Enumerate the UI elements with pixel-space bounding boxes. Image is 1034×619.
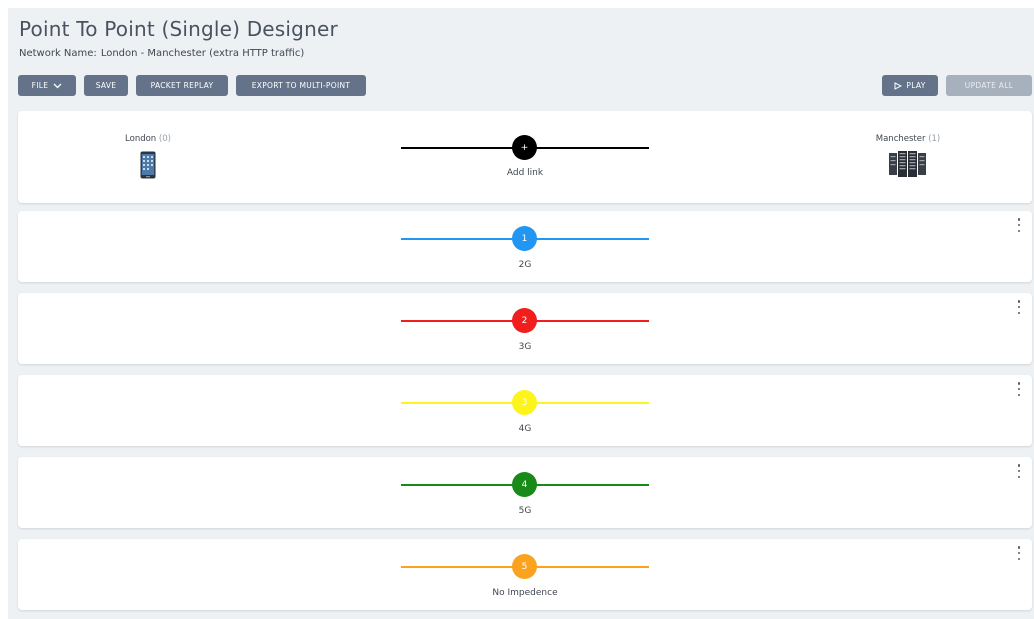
endpoint-name: Manchester (1) bbox=[848, 134, 968, 144]
link-number: 2 bbox=[521, 315, 528, 326]
add-link-button[interactable]: + bbox=[512, 135, 537, 160]
more-vert-icon[interactable] bbox=[1014, 218, 1024, 232]
more-vert-icon[interactable] bbox=[1014, 300, 1024, 314]
link-number: 3 bbox=[521, 397, 528, 408]
endpoint-icon-wrap bbox=[848, 151, 968, 177]
update-all-button[interactable]: UPDATE ALL bbox=[946, 75, 1032, 96]
link-label: No Impedence bbox=[492, 588, 558, 598]
more-vert-icon[interactable] bbox=[1014, 546, 1024, 560]
link-number: 5 bbox=[521, 561, 528, 572]
link-number-badge[interactable]: 5 bbox=[512, 554, 537, 579]
more-vert-icon[interactable] bbox=[1014, 464, 1024, 478]
export-multi-point-button[interactable]: EXPORT TO MULTI-POINT bbox=[236, 75, 366, 96]
link-card-4: 4 5G bbox=[18, 457, 1032, 528]
link-card-3: 3 4G bbox=[18, 375, 1032, 446]
network-name-row: Network Name: London - Manchester (extra … bbox=[19, 48, 304, 59]
endpoint-name: London (0) bbox=[88, 134, 208, 144]
link-label: 3G bbox=[518, 342, 532, 352]
endpoint-icon-wrap bbox=[88, 151, 208, 179]
link-card-2: 2 3G bbox=[18, 293, 1032, 364]
endpoint-label: London bbox=[125, 134, 157, 144]
endpoints-card: London (0) + Add link Manchester (1) bbox=[18, 111, 1032, 203]
link-card-1: 1 2G bbox=[18, 211, 1032, 282]
endpoint-count: (0) bbox=[158, 134, 171, 144]
file-menu-button[interactable]: FILE bbox=[18, 75, 76, 96]
link-number: 1 bbox=[521, 233, 528, 244]
play-button-label: PLAY bbox=[906, 81, 926, 90]
endpoint-london[interactable]: London (0) bbox=[88, 134, 208, 179]
add-link-label[interactable]: Add link bbox=[425, 168, 625, 178]
link-number-badge[interactable]: 1 bbox=[512, 226, 537, 251]
link-number-badge[interactable]: 2 bbox=[512, 308, 537, 333]
page-title: Point To Point (Single) Designer bbox=[19, 17, 338, 41]
plus-icon: + bbox=[520, 142, 529, 153]
link-number-badge[interactable]: 3 bbox=[512, 390, 537, 415]
endpoint-count: (1) bbox=[928, 134, 941, 144]
link-number-badge[interactable]: 4 bbox=[512, 472, 537, 497]
link-number: 4 bbox=[521, 479, 528, 490]
link-card-5: 5 No Impedence bbox=[18, 539, 1032, 610]
packet-replay-button[interactable]: PACKET REPLAY bbox=[136, 75, 228, 96]
smartphone-icon bbox=[140, 151, 156, 179]
link-label: 4G bbox=[518, 424, 532, 434]
file-button-label: FILE bbox=[31, 81, 49, 90]
app-container: Point To Point (Single) Designer Network… bbox=[8, 8, 1034, 619]
chevron-down-icon bbox=[53, 83, 62, 88]
save-button[interactable]: SAVE bbox=[84, 75, 128, 96]
play-button[interactable]: PLAY bbox=[882, 75, 938, 96]
play-icon bbox=[894, 81, 903, 90]
link-label: 5G bbox=[518, 506, 532, 516]
more-vert-icon[interactable] bbox=[1014, 382, 1024, 396]
link-label: 2G bbox=[518, 260, 532, 270]
network-name-value: London - Manchester (extra HTTP traffic) bbox=[100, 48, 305, 59]
endpoint-label: Manchester bbox=[875, 134, 926, 144]
server-icon bbox=[889, 151, 926, 177]
endpoint-manchester[interactable]: Manchester (1) bbox=[848, 134, 968, 177]
network-name-label: Network Name: bbox=[19, 48, 97, 59]
